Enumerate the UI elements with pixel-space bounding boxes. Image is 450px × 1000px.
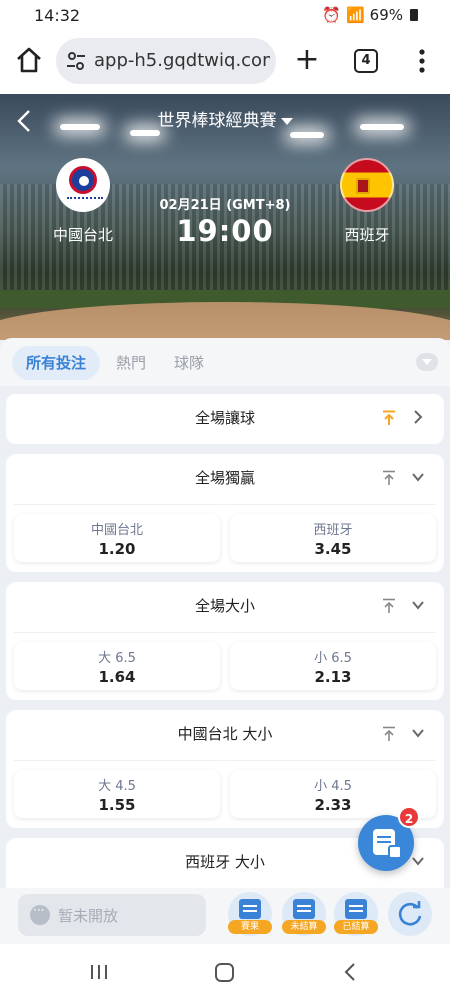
tournament-selector[interactable]: 世界棒球經典賽 <box>0 106 450 131</box>
chevron-down-icon[interactable] <box>410 852 426 870</box>
refresh-button[interactable] <box>388 892 432 936</box>
market-card: 全場大小 大 6.5 1.64 小 6.5 2.13 <box>6 582 444 700</box>
selection-odds: 1.55 <box>98 796 136 814</box>
chevron-down-icon[interactable] <box>410 596 426 614</box>
odds-button[interactable]: 小 6.5 2.13 <box>230 642 436 690</box>
recent-apps-icon[interactable] <box>88 964 110 980</box>
tab-all-bets[interactable]: 所有投注 <box>12 346 101 380</box>
divider <box>14 760 436 761</box>
spain-flag-logo <box>340 158 394 212</box>
selection-odds: 3.45 <box>314 540 352 558</box>
unsettled-button[interactable]: 未結算 <box>282 892 326 936</box>
tab-popular[interactable]: 熱門 <box>116 346 146 380</box>
market-card: 全場讓球 <box>6 394 444 444</box>
market-title[interactable]: 全場讓球 <box>6 394 444 442</box>
selection-label: 中國台北 <box>90 523 143 538</box>
system-home-icon[interactable] <box>215 963 234 982</box>
new-tab-button[interactable]: + <box>292 42 322 78</box>
alarm-icon: ⏰ <box>322 6 341 24</box>
chat-placeholder: 暂未開放 <box>58 907 119 925</box>
more-menu-icon[interactable] <box>412 46 432 76</box>
chevron-right-icon[interactable] <box>410 408 426 426</box>
results-label: 賽果 <box>228 920 272 934</box>
market-tabs: 所有投注 熱門 球隊 <box>0 338 450 386</box>
divider <box>14 504 436 505</box>
unsettled-icon <box>293 899 315 919</box>
unsettled-label: 未結算 <box>282 920 326 934</box>
battery-percent: 69% <box>369 6 403 24</box>
market-card: 全場獨贏 中國台北 1.20 西班牙 3.45 <box>6 454 444 572</box>
selection-label: 大 6.5 <box>98 651 136 666</box>
collapse-all-icon[interactable] <box>416 353 438 371</box>
refresh-icon <box>398 901 422 926</box>
tab-switcher-button[interactable]: 4 <box>354 49 378 73</box>
selection-label: 西班牙 <box>313 523 353 538</box>
odds-button[interactable]: 西班牙 3.45 <box>230 514 436 562</box>
selection-label: 小 4.5 <box>314 779 352 794</box>
market-title[interactable]: 全場大小 <box>6 582 444 630</box>
tab-teams[interactable]: 球隊 <box>174 346 204 380</box>
results-button[interactable]: 賽果 <box>228 892 272 936</box>
status-icons: ⏰ 📶 69% <box>322 6 418 24</box>
pin-icon[interactable] <box>382 410 396 426</box>
match-header: 世界棒球經典賽 中國台北 02月21日 (GMT+8) 19:00 西班牙 <box>0 94 450 340</box>
chevron-down-icon[interactable] <box>410 724 426 742</box>
bet-slip-count-badge: 2 <box>398 806 420 828</box>
market-card: 中國台北 大小 大 4.5 1.55 小 4.5 2.33 <box>6 710 444 828</box>
chevron-down-icon[interactable] <box>410 468 426 486</box>
system-navigation-bar <box>0 944 450 1000</box>
settled-button[interactable]: 已結算 <box>334 892 378 936</box>
calculator-icon <box>388 845 402 859</box>
chat-input[interactable]: 暂未開放 <box>18 894 206 936</box>
settled-label: 已結算 <box>334 920 378 934</box>
odds-button[interactable]: 大 4.5 1.55 <box>14 770 220 818</box>
pin-icon[interactable] <box>382 598 396 614</box>
odds-button[interactable]: 大 6.5 1.64 <box>14 642 220 690</box>
address-bar[interactable]: app-h5.gqdtwiq.com <box>56 38 276 84</box>
system-back-icon[interactable] <box>342 962 358 982</box>
status-time: 14:32 <box>34 6 81 25</box>
settled-icon <box>345 899 367 919</box>
dropdown-caret-icon <box>280 117 293 125</box>
divider <box>14 632 436 633</box>
selection-label: 大 4.5 <box>98 779 136 794</box>
results-icon <box>239 899 261 919</box>
site-settings-icon[interactable] <box>66 51 86 71</box>
market-title[interactable]: 全場獨贏 <box>6 454 444 502</box>
status-bar: 14:32 ⏰ 📶 69% <box>0 0 450 32</box>
pin-icon[interactable] <box>382 726 396 742</box>
bottom-action-bar: 暂未開放 賽果 未結算 已結算 <box>0 888 450 944</box>
selection-odds: 1.20 <box>98 540 136 558</box>
tournament-title: 世界棒球經典賽 <box>157 111 277 131</box>
selection-label: 小 6.5 <box>314 651 352 666</box>
coat-of-arms-icon <box>356 178 370 194</box>
market-title[interactable]: 中國台北 大小 <box>6 710 444 758</box>
home-icon[interactable] <box>14 45 44 75</box>
away-team: 西班牙 <box>312 158 422 245</box>
chat-bubble-icon <box>30 903 50 925</box>
sun-emblem-icon <box>69 166 97 194</box>
battery-icon <box>410 9 418 21</box>
away-team-name: 西班牙 <box>344 226 390 244</box>
url-text[interactable]: app-h5.gqdtwiq.com <box>94 50 270 71</box>
stadium-light <box>290 132 324 138</box>
odds-button[interactable]: 中國台北 1.20 <box>14 514 220 562</box>
pin-icon[interactable] <box>382 470 396 486</box>
browser-toolbar: app-h5.gqdtwiq.com + 4 <box>0 32 450 94</box>
selection-odds: 2.13 <box>314 668 352 686</box>
selection-odds: 1.64 <box>98 668 136 686</box>
wifi-icon: 📶 <box>345 6 365 24</box>
